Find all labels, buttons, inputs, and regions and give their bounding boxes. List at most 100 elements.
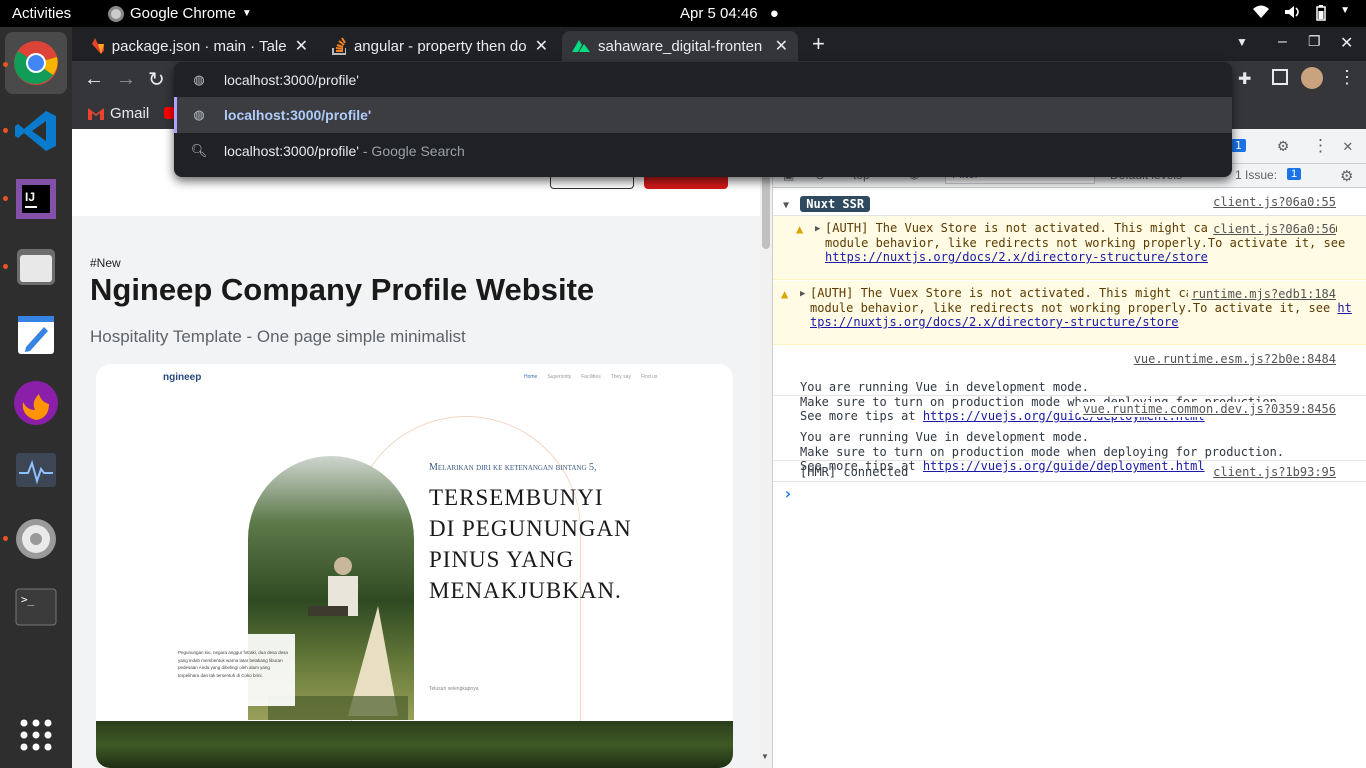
message-link[interactable]: https://nuxtjs.org/docs/2.x/directory-st… (825, 250, 1208, 264)
clock[interactable]: Apr 5 04:46 ● (680, 5, 779, 22)
message-source-link[interactable]: client.js?06a0:55 (1209, 195, 1336, 210)
console-log-message[interactable]: [HMR] connected client.js?1b93:95 (773, 461, 1366, 482)
files-icon (17, 249, 55, 285)
gitlab-icon (92, 38, 104, 54)
suggestion-text: localhost:3000/profile' (224, 143, 359, 159)
dock-system-monitor[interactable] (12, 447, 60, 495)
power-menu-caret-icon: ▼ (1340, 5, 1350, 16)
running-indicator (3, 264, 8, 269)
console-log-message[interactable]: You are running Vue in development mode.… (773, 346, 1366, 423)
extensions-puzzle-icon[interactable]: ✚ (1238, 69, 1251, 89)
chrome-tab-strip: package.json · main · Tale ✕ angular - p… (72, 27, 1366, 61)
message-source-link[interactable]: vue.runtime.esm.js?2b0e:8484 (1129, 352, 1336, 367)
devtools-panel: 1 ⚙ ⋮ ✕ ▣ ⊘ top ◉ Filter Default levels … (772, 129, 1366, 768)
dock-text-editor[interactable] (12, 311, 60, 359)
preview-nav-item: Home (524, 374, 538, 380)
bookmark-gmail[interactable]: Gmail (88, 105, 149, 122)
issues-tab-badge[interactable]: 1 (1231, 139, 1246, 152)
dock-vscode[interactable] (12, 107, 60, 155)
preview-nav-item: Facilities (581, 374, 601, 380)
template-preview-card[interactable]: ngineep Home Superiority Facilities They… (96, 364, 733, 768)
expand-triangle-icon: ▶ (800, 289, 806, 299)
dock-intellij[interactable]: IJ (12, 175, 60, 223)
omnibox-suggestion-search[interactable]: 🔍︎ localhost:3000/profile' - Google Sear… (174, 133, 1232, 169)
system-monitor-icon (16, 453, 56, 487)
reload-icon[interactable]: ↻ (148, 67, 165, 92)
console-settings-gear-icon[interactable]: ⚙ (1340, 167, 1353, 185)
preview-nav-item: Find us (641, 374, 658, 380)
close-icon[interactable]: ✕ (775, 36, 788, 56)
message-source-link[interactable]: client.js?1b93:95 (1209, 465, 1336, 480)
show-applications-button[interactable] (12, 711, 60, 759)
app-menu-label: Google Chrome (130, 5, 236, 22)
tab-title: angular - property then do (353, 37, 527, 55)
side-panel-icon[interactable] (1272, 69, 1288, 85)
headline-line: MENAKJUBKAN. (429, 578, 622, 603)
preview-headline: TERSEMBUNYI DI PEGUNUNGAN PINUS YANG MEN… (429, 482, 632, 606)
forward-arrow-icon[interactable]: → (116, 68, 136, 91)
dock-chrome[interactable] (5, 32, 67, 94)
clock-label: Apr 5 04:46 (680, 5, 758, 22)
restore-icon[interactable]: ❐ (1308, 33, 1321, 50)
settings-gear-icon (16, 519, 56, 559)
devtools-menu-icon[interactable]: ⋮ (1312, 136, 1329, 156)
new-tab-button[interactable]: + (812, 31, 825, 57)
tab-gitlab[interactable]: package.json · main · Tale ✕ (82, 31, 318, 61)
devtools-settings-gear-icon[interactable]: ⚙ (1278, 136, 1288, 156)
omnibox-input-row[interactable]: ◍ localhost:3000/profile' (174, 62, 1232, 98)
running-indicator (3, 62, 8, 67)
window-close-icon[interactable]: ✕ (1340, 33, 1353, 53)
page-subtitle: Hospitality Template - One page simple m… (90, 327, 466, 346)
warning-icon: ▲ (796, 222, 804, 236)
minimize-icon[interactable]: – (1278, 33, 1287, 51)
console-warning-message[interactable]: ▲ ▶ [AUTH] The Vuex Store is not activat… (773, 281, 1366, 345)
omnibox-dropdown: ◍ localhost:3000/profile' ◍ localhost:30… (174, 62, 1232, 177)
profile-avatar[interactable] (1301, 67, 1323, 89)
group-expanded-triangle-icon: ▼ (783, 200, 790, 211)
wifi-icon (1253, 5, 1270, 18)
chrome-app-icon (108, 5, 124, 22)
message-source-link[interactable]: runtime.mjs?edb1:184 (1187, 287, 1336, 302)
bookmark-label: Gmail (110, 105, 150, 122)
system-tray[interactable]: ▼ (1252, 5, 1350, 21)
dock-terminal[interactable]: >_ (12, 583, 60, 631)
issues-counter-label[interactable]: 1 Issue: (1235, 168, 1277, 182)
battery-icon (1316, 5, 1326, 21)
omnibox-input[interactable]: localhost:3000/profile' (224, 72, 359, 88)
close-icon[interactable]: ✕ (295, 36, 308, 56)
console-group-nuxt-ssr[interactable]: ▼ Nuxt SSR client.js?06a0:55 (773, 192, 1366, 216)
running-indicator (3, 536, 8, 541)
search-icon: 🔍︎ (190, 143, 208, 158)
console-warning-message[interactable]: ▲ ▶ [AUTH] The Vuex Store is not activat… (773, 216, 1366, 280)
notification-dot-icon: ● (769, 5, 779, 22)
tab-search-icon[interactable]: ▼ (1236, 35, 1248, 49)
omnibox-suggestion-url[interactable]: ◍ localhost:3000/profile' (174, 97, 1232, 133)
dock-settings[interactable] (12, 515, 60, 563)
text-editor-icon (18, 316, 54, 354)
tab-stackoverflow[interactable]: angular - property then do ✕ (322, 31, 558, 61)
message-text: [HMR] connected (800, 465, 909, 479)
back-arrow-icon[interactable]: ← (84, 68, 104, 91)
running-indicator (3, 196, 8, 201)
activities-button[interactable]: Activities (12, 5, 71, 22)
scroll-down-arrow-icon[interactable]: ▼ (761, 752, 769, 761)
message-source-link[interactable]: vue.runtime.common.dev.js?0359:8456 (1079, 402, 1336, 417)
preview-scroll-hint: Telusuri selengkapnya (429, 686, 479, 692)
dock-firefox[interactable] (12, 379, 60, 427)
tab-title: package.json · main · Tale (111, 37, 287, 55)
console-log-message[interactable]: You are running Vue in development mode.… (773, 396, 1366, 473)
warning-icon: ▲ (781, 287, 789, 301)
dock-files[interactable] (12, 243, 60, 291)
close-icon[interactable]: ✕ (535, 36, 548, 56)
suggestion-text: localhost:3000/profile' (224, 107, 372, 123)
running-indicator (3, 128, 8, 133)
message-source-link[interactable]: client.js?06a0:56 (1209, 222, 1336, 237)
intellij-icon: IJ (16, 179, 56, 219)
gmail-icon (88, 107, 104, 120)
tab-active-nuxt[interactable]: sahaware_digital-fronten ✕ (562, 31, 798, 61)
console-prompt[interactable]: › (783, 484, 793, 503)
devtools-close-icon[interactable]: ✕ (1343, 136, 1353, 155)
app-menu[interactable]: Google Chrome ▼ (108, 5, 252, 22)
issues-counter-badge: 1 (1287, 168, 1302, 180)
chrome-menu-icon[interactable]: ⋮ (1338, 67, 1356, 88)
